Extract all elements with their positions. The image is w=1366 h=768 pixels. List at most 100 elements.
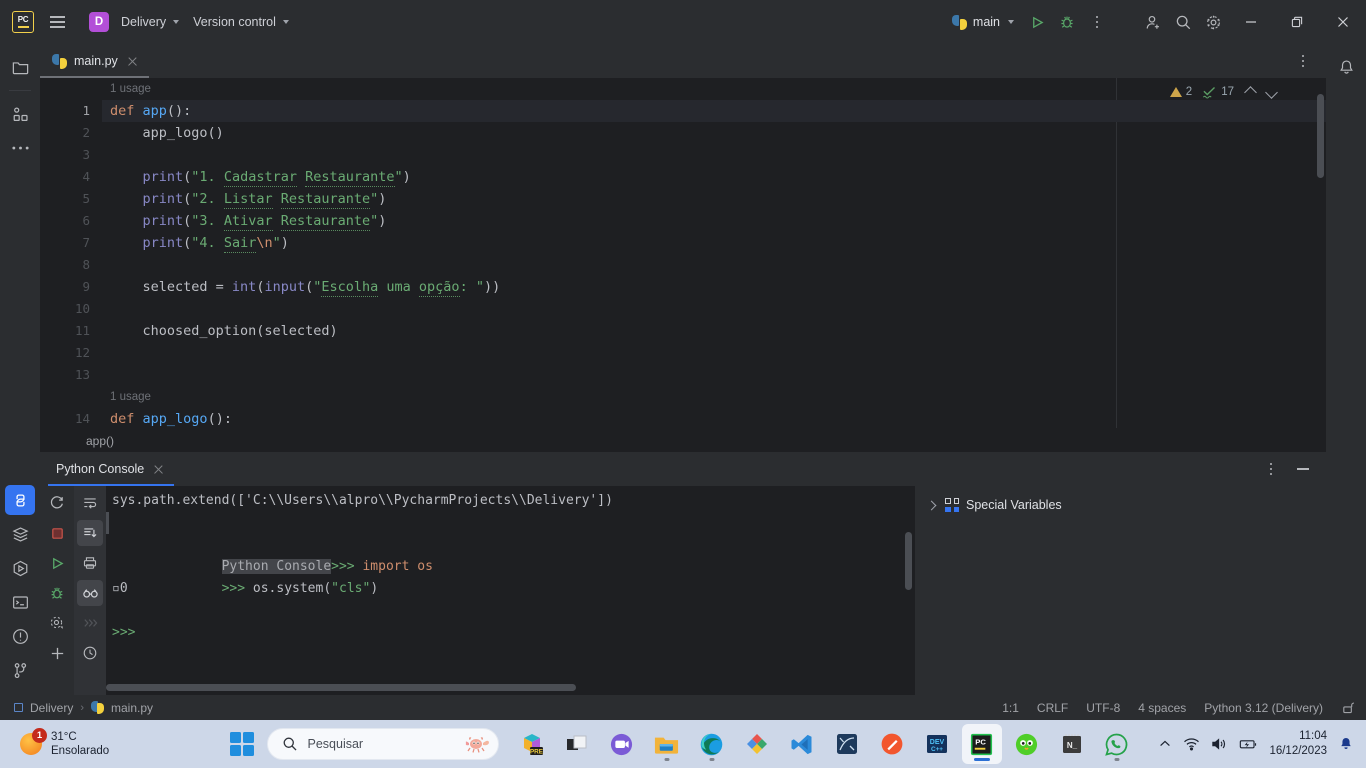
- code-editor[interactable]: 1 2 3 4 5 6 7 8 9 10 11 12 13 14 1 usage…: [40, 78, 1326, 428]
- line-separator[interactable]: CRLF: [1037, 701, 1068, 715]
- file-encoding[interactable]: UTF-8: [1086, 701, 1120, 715]
- editor-vertical-scrollbar[interactable]: [1317, 94, 1324, 178]
- tab-python-console[interactable]: Python Console: [48, 452, 175, 486]
- taskbar-duolingo[interactable]: [1007, 724, 1047, 764]
- minimize-icon[interactable]: [1228, 0, 1274, 44]
- notifications-tool-window[interactable]: [1331, 52, 1361, 82]
- more-vertical-icon[interactable]: [1256, 454, 1286, 484]
- pycharm-window: PC D Delivery Version control main main.…: [0, 0, 1366, 768]
- rerun-button[interactable]: [44, 490, 70, 516]
- python-interpreter[interactable]: Python 3.12 (Delivery): [1204, 701, 1323, 715]
- status-bar-breadcrumb[interactable]: Delivery › main.py: [14, 701, 153, 715]
- code-line: print("4. Sair\n"): [142, 235, 289, 253]
- taskbar-clock[interactable]: 11:04 16/12/2023: [1269, 729, 1327, 759]
- taskbar-task-view[interactable]: [557, 724, 597, 764]
- editor-breadcrumb[interactable]: app(): [40, 428, 1326, 452]
- taskbar-vs-code[interactable]: [782, 724, 822, 764]
- more-tool-windows[interactable]: [5, 133, 35, 163]
- debug-button[interactable]: [1052, 7, 1082, 37]
- taskbar-graph-app[interactable]: [827, 724, 867, 764]
- print-button[interactable]: [77, 550, 103, 576]
- unlocked-padlock-icon[interactable]: [1341, 700, 1356, 715]
- usage-hint[interactable]: 1 usage: [110, 78, 1326, 100]
- status-bar: Delivery › main.py 1:1 CRLF UTF-8 4 spac…: [0, 695, 1366, 720]
- history-button[interactable]: [77, 640, 103, 666]
- console-horizontal-scrollbar[interactable]: [106, 684, 576, 691]
- console-prompt: >>>: [331, 559, 363, 574]
- wifi-icon[interactable]: [1183, 737, 1200, 751]
- structure-tool-window[interactable]: [5, 99, 35, 129]
- console-input-marker: [106, 512, 109, 534]
- close-icon[interactable]: [125, 54, 140, 69]
- problems-tool-window[interactable]: [5, 621, 35, 651]
- execute-button[interactable]: [77, 610, 103, 636]
- taskbar-edge[interactable]: [692, 724, 732, 764]
- services-tool-window[interactable]: [5, 519, 35, 549]
- taskbar-weather-widget[interactable]: 1 31°C Ensolarado: [6, 728, 119, 758]
- use-soft-wraps-button[interactable]: [77, 580, 103, 606]
- taskbar-teams[interactable]: [602, 724, 642, 764]
- line-number: 2: [82, 125, 90, 140]
- weather-text: 31°C Ensolarado: [51, 730, 109, 758]
- special-variables-label: Special Variables: [966, 498, 1062, 512]
- hamburger-menu-icon[interactable]: [44, 9, 70, 35]
- add-user-icon[interactable]: [1138, 7, 1168, 37]
- chevron-right-icon[interactable]: [926, 500, 937, 510]
- volume-icon[interactable]: [1211, 737, 1228, 751]
- notification-bell-icon[interactable]: [1338, 736, 1354, 752]
- taskbar-microsoft-365[interactable]: [737, 724, 777, 764]
- taskbar-whatsapp[interactable]: [1097, 724, 1137, 764]
- usage-hint[interactable]: 1 usage: [110, 386, 1326, 408]
- editor-tab-main-py[interactable]: main.py: [40, 44, 149, 78]
- taskbar-search-input[interactable]: Pesquisar: [266, 728, 499, 760]
- run-tool-window[interactable]: [5, 553, 35, 583]
- terminal-tool-window[interactable]: [5, 587, 35, 617]
- run-button[interactable]: [1022, 7, 1052, 37]
- taskbar-pycharm[interactable]: PC: [961, 724, 1002, 764]
- project-tool-window[interactable]: [5, 52, 35, 82]
- search-icon[interactable]: [1168, 7, 1198, 37]
- taskbar-notepad-n[interactable]: N_: [1052, 724, 1092, 764]
- console-output[interactable]: sys.path.extend(['C:\\Users\\alpro\\Pych…: [106, 486, 914, 695]
- close-icon[interactable]: [151, 462, 166, 477]
- special-variables-row[interactable]: Special Variables: [915, 496, 1326, 514]
- new-console-button[interactable]: [44, 640, 70, 666]
- editor-content[interactable]: 1 usage def app(): app_logo() print("1. …: [102, 78, 1326, 428]
- more-run-options-button[interactable]: [1082, 7, 1112, 37]
- gear-icon[interactable]: [1198, 7, 1228, 37]
- windows-start-icon[interactable]: [229, 732, 254, 756]
- maximize-restore-icon[interactable]: [1274, 0, 1320, 44]
- chevron-down-icon: [1008, 20, 1014, 24]
- version-control-menu[interactable]: Version control: [186, 11, 296, 33]
- console-panel-body: sys.path.extend(['C:\\Users\\alpro\\Pych…: [40, 486, 1326, 695]
- minimize-icon[interactable]: [1288, 454, 1318, 484]
- scroll-to-end-button[interactable]: [77, 520, 103, 546]
- python-console-tool-window[interactable]: [5, 485, 35, 515]
- soft-wrap-button[interactable]: [77, 490, 103, 516]
- left-tool-rail: [0, 44, 40, 695]
- sun-icon: 1: [20, 728, 47, 755]
- indent-setting[interactable]: 4 spaces: [1138, 701, 1186, 715]
- stop-button[interactable]: [44, 520, 70, 546]
- taskbar-pen-app[interactable]: [872, 724, 912, 764]
- taskbar-file-explorer[interactable]: [647, 724, 687, 764]
- taskbar-copilot[interactable]: PRE: [512, 724, 552, 764]
- caret-position[interactable]: 1:1: [1002, 701, 1019, 715]
- version-control-tool-window[interactable]: [5, 655, 35, 685]
- chevron-down-icon[interactable]: [1265, 85, 1278, 99]
- close-icon[interactable]: [1320, 0, 1366, 44]
- run-button[interactable]: [44, 550, 70, 576]
- python-file-icon: [951, 14, 967, 30]
- debug-button[interactable]: [44, 580, 70, 606]
- taskbar-dev-cpp[interactable]: DEV C++: [917, 724, 957, 764]
- editor-gutter[interactable]: 1 2 3 4 5 6 7 8 9 10 11 12 13 14: [40, 78, 102, 428]
- project-menu[interactable]: D Delivery: [82, 8, 186, 36]
- inspections-widget[interactable]: 2 17: [1169, 81, 1278, 103]
- run-configuration-selector[interactable]: main: [944, 11, 1022, 34]
- more-vertical-icon[interactable]: [1288, 46, 1318, 76]
- battery-charging-icon[interactable]: [1239, 737, 1258, 751]
- console-vertical-scrollbar[interactable]: [905, 532, 912, 590]
- gear-icon[interactable]: [44, 610, 70, 636]
- chevron-up-icon[interactable]: [1244, 85, 1257, 99]
- chevron-up-icon[interactable]: [1158, 737, 1172, 751]
